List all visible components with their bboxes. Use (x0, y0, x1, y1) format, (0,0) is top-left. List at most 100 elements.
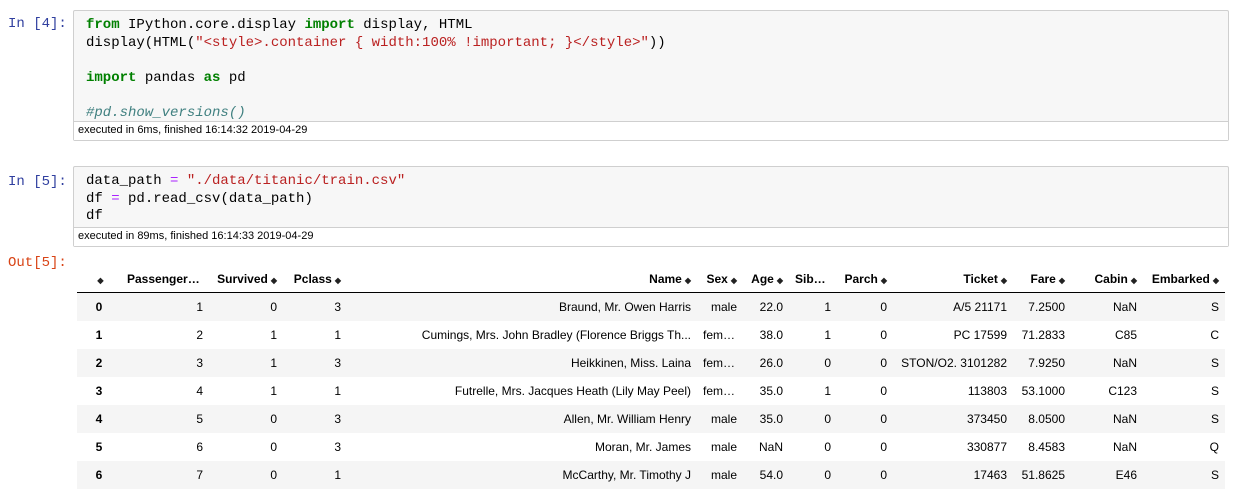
sort-icon[interactable]: ◆ (1131, 276, 1137, 285)
table-cell: 1 (824, 328, 831, 342)
column-header[interactable]: Pclass ◆ (283, 266, 347, 293)
sort-icon[interactable]: ◆ (685, 276, 691, 285)
execution-info: executed in 6ms, finished 16:14:32 2019-… (74, 121, 1228, 140)
table-cell: 3 (196, 356, 203, 370)
table-cell: 17463 (973, 468, 1007, 482)
table-cell: 0 (880, 384, 887, 398)
code-token: import (304, 17, 355, 33)
code-token: = (111, 190, 120, 207)
code-token: df (86, 208, 103, 224)
row-index: 0 (95, 300, 103, 314)
column-header-label: PassengerId (127, 272, 199, 286)
table-cell: STON/O2. 3101282 (901, 356, 1007, 370)
table-cell: 0 (824, 356, 831, 370)
table-cell: 7 (196, 468, 203, 482)
code-token: "<style>.container { width:100% !importa… (195, 34, 649, 51)
table-cell: 5 (196, 412, 203, 426)
table-cell: male (710, 468, 737, 482)
column-header[interactable]: Cabin ◆ (1071, 266, 1143, 293)
table-cell: female (703, 328, 740, 342)
table-cell: 0 (270, 440, 277, 454)
sort-icon[interactable]: ◆ (1213, 276, 1219, 285)
column-header[interactable]: Parch ◆ (837, 266, 893, 293)
table-cell: 3 (334, 356, 341, 370)
table-header-row: ◆ PassengerId ◆ Survived ◆ Pclass ◆ Name ◆ Sex ◆ Ag… (77, 266, 1225, 293)
code-editor[interactable]: data_path = "./data/titanic/train.csv" df… (74, 167, 1228, 230)
table-cell: Futrelle, Mrs. Jacques Heath (Lily May P… (454, 384, 691, 398)
code-line: df (86, 208, 1216, 226)
table-cell: 0 (880, 328, 887, 342)
column-header[interactable]: SibSp◆ (789, 266, 837, 293)
sort-icon[interactable]: ◆ (881, 276, 887, 285)
code-token: "./data/titanic/train.csv" (186, 173, 406, 189)
table-cell: S (1210, 300, 1219, 314)
sort-icon[interactable]: ◆ (832, 276, 837, 285)
table-cell: 71.2833 (1021, 328, 1065, 342)
sort-icon[interactable]: ◆ (97, 276, 103, 285)
table-cell: 22.0 (759, 300, 783, 314)
row-index: 4 (95, 412, 103, 426)
table-cell: E46 (1115, 468, 1137, 482)
table-cell: male (710, 412, 737, 426)
code-cell-5[interactable]: data_path = "./data/titanic/train.csv" df… (73, 166, 1229, 247)
table-cell: C (1210, 328, 1219, 342)
table-cell: 373450 (966, 412, 1007, 426)
table-cell: Braund, Mr. Owen Harris (558, 300, 691, 314)
code-token: pd (220, 69, 246, 86)
code-editor[interactable]: from IPython.core.display import display… (74, 11, 1228, 126)
table-cell: 0 (824, 440, 831, 454)
table-cell: 113803 (967, 384, 1007, 398)
table-cell: Cumings, Mrs. John Bradley (Florence Bri… (421, 328, 691, 342)
table-cell: 2 (196, 328, 203, 342)
table-cell: 3 (334, 300, 341, 314)
index-header[interactable]: ◆ (77, 266, 121, 293)
table-cell: 0 (270, 412, 277, 426)
column-header[interactable]: Age ◆ (743, 266, 789, 293)
sort-icon[interactable]: ◆ (271, 276, 277, 285)
sort-icon[interactable]: ◆ (1059, 276, 1065, 285)
code-line: data_path = "./data/titanic/train.csv" (86, 173, 1216, 191)
code-line: from IPython.core.display import display… (86, 17, 1216, 35)
sort-icon[interactable]: ◆ (201, 276, 207, 285)
table-cell: S (1210, 356, 1219, 370)
table-cell: 51.8625 (1021, 468, 1065, 482)
code-token: from (86, 17, 120, 33)
table-cell: 1 (196, 300, 203, 314)
table-cell: 26.0 (759, 356, 783, 370)
table-cell: 1 (334, 328, 341, 342)
column-header[interactable]: Survived ◆ (209, 266, 283, 293)
code-token: display, HTML (354, 17, 473, 33)
column-header[interactable]: Ticket ◆ (893, 266, 1013, 293)
sort-icon[interactable]: ◆ (335, 276, 341, 285)
table-cell: Heikkinen, Miss. Laina (570, 356, 691, 370)
column-header-label: Pclass (293, 272, 332, 286)
column-header-label: Name (649, 272, 682, 286)
execution-info: executed in 89ms, finished 16:14:33 2019… (74, 227, 1228, 246)
column-header[interactable]: Fare ◆ (1013, 266, 1071, 293)
row-index: 6 (95, 468, 103, 482)
table-row: 0 1 0 3 Braund, Mr. Owen Harris male 22.0 1 0 A/5… (77, 292, 1225, 321)
table-cell: NaN (1112, 412, 1137, 426)
table-cell: 1 (270, 384, 277, 398)
table-cell: 3 (334, 440, 341, 454)
table-cell: 6 (196, 440, 203, 454)
column-header[interactable]: Embarked ◆ (1143, 266, 1225, 293)
table-cell: 0 (880, 468, 887, 482)
table-cell: 7.2500 (1028, 300, 1065, 314)
sort-icon[interactable]: ◆ (777, 276, 783, 285)
sort-icon[interactable]: ◆ (1001, 276, 1007, 285)
table-row: 3 4 1 1 Futrelle, Mrs. Jacques Heath (Lily M… (77, 377, 1225, 405)
column-header[interactable]: Sex ◆ (697, 266, 743, 293)
column-header-label: Embarked (1151, 272, 1210, 286)
code-cell-4[interactable]: from IPython.core.display import display… (73, 10, 1229, 141)
row-index: 5 (95, 440, 103, 454)
table-cell: 35.0 (759, 384, 783, 398)
sort-icon[interactable]: ◆ (731, 276, 737, 285)
table-cell: 35.0 (759, 412, 783, 426)
column-header[interactable]: Name ◆ (347, 266, 697, 293)
column-header[interactable]: PassengerId ◆ (121, 266, 209, 293)
code-line: display(HTML("<style>.container { width:… (86, 35, 1216, 53)
column-header-label: Age (751, 272, 774, 286)
table-cell: 0 (880, 300, 887, 314)
